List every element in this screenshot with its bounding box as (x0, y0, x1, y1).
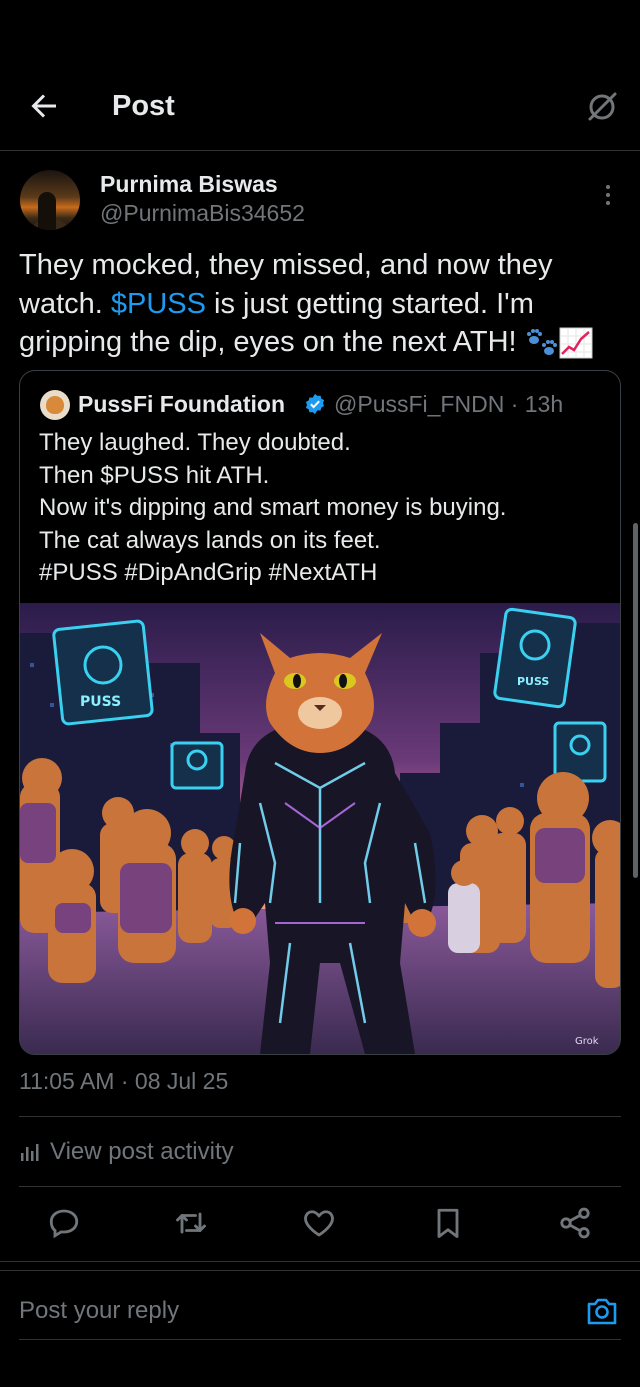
view-post-activity-link[interactable]: View post activity (50, 1138, 234, 1166)
divider (19, 1339, 621, 1340)
cashtag-link[interactable]: $PUSS (111, 288, 206, 320)
divider (0, 1261, 640, 1262)
verified-badge-icon (305, 393, 325, 415)
avatar[interactable] (20, 170, 80, 230)
sign-right-text: PUSS (517, 675, 549, 688)
author-handle[interactable]: @PurnimaBis34652 (100, 200, 305, 227)
reply-icon[interactable] (46, 1205, 82, 1241)
grok-icon[interactable] (584, 88, 620, 124)
quote-author-handle: @PussFi_FNDN · 13h (334, 391, 564, 417)
quote-line: #PUSS #DipAndGrip #NextATH (39, 559, 378, 586)
activity-chart-icon[interactable] (20, 1141, 42, 1163)
sign-left-text: PUSS (80, 694, 121, 710)
quote-text: They laughed. They doubted. Then $PUSS h… (39, 427, 609, 590)
quote-author-name: PussFi Foundation (78, 391, 285, 417)
repost-icon[interactable] (173, 1205, 209, 1241)
quote-line: They laughed. They doubted. (39, 429, 351, 456)
post-timestamp: 11:05 AM · 08 Jul 25 (19, 1068, 229, 1094)
share-icon[interactable] (557, 1205, 593, 1241)
divider (19, 1116, 621, 1117)
divider (0, 1270, 640, 1271)
quote-line: Then $PUSS hit ATH. (39, 461, 270, 489)
more-options-icon[interactable] (596, 182, 620, 208)
post-text: They mocked, they missed, and now they w… (19, 246, 624, 362)
quote-avatar (40, 390, 70, 420)
quote-line: Now it's dipping and smart money is buyi… (39, 494, 507, 521)
like-icon[interactable] (301, 1205, 337, 1241)
divider (19, 1186, 621, 1187)
grok-watermark: Grok (575, 1036, 599, 1047)
reply-input[interactable] (19, 1297, 539, 1325)
chart-increasing-icon (559, 327, 593, 359)
scrollbar[interactable] (633, 523, 638, 878)
paw-prints-icon (526, 329, 557, 356)
quote-line: The cat always lands on its feet. (39, 526, 381, 554)
bookmark-icon[interactable] (430, 1205, 466, 1241)
author-name[interactable]: Purnima Biswas (100, 171, 278, 198)
arrow-left-icon[interactable] (26, 88, 62, 124)
top-bar (0, 0, 640, 151)
quoted-post[interactable]: PussFi Foundation @PussFi_FNDN · 13h The… (19, 370, 621, 1055)
quote-media-image[interactable]: PUSS PUSS Grok (20, 603, 620, 1054)
camera-icon[interactable] (584, 1293, 620, 1329)
page-title: Post (112, 90, 175, 122)
